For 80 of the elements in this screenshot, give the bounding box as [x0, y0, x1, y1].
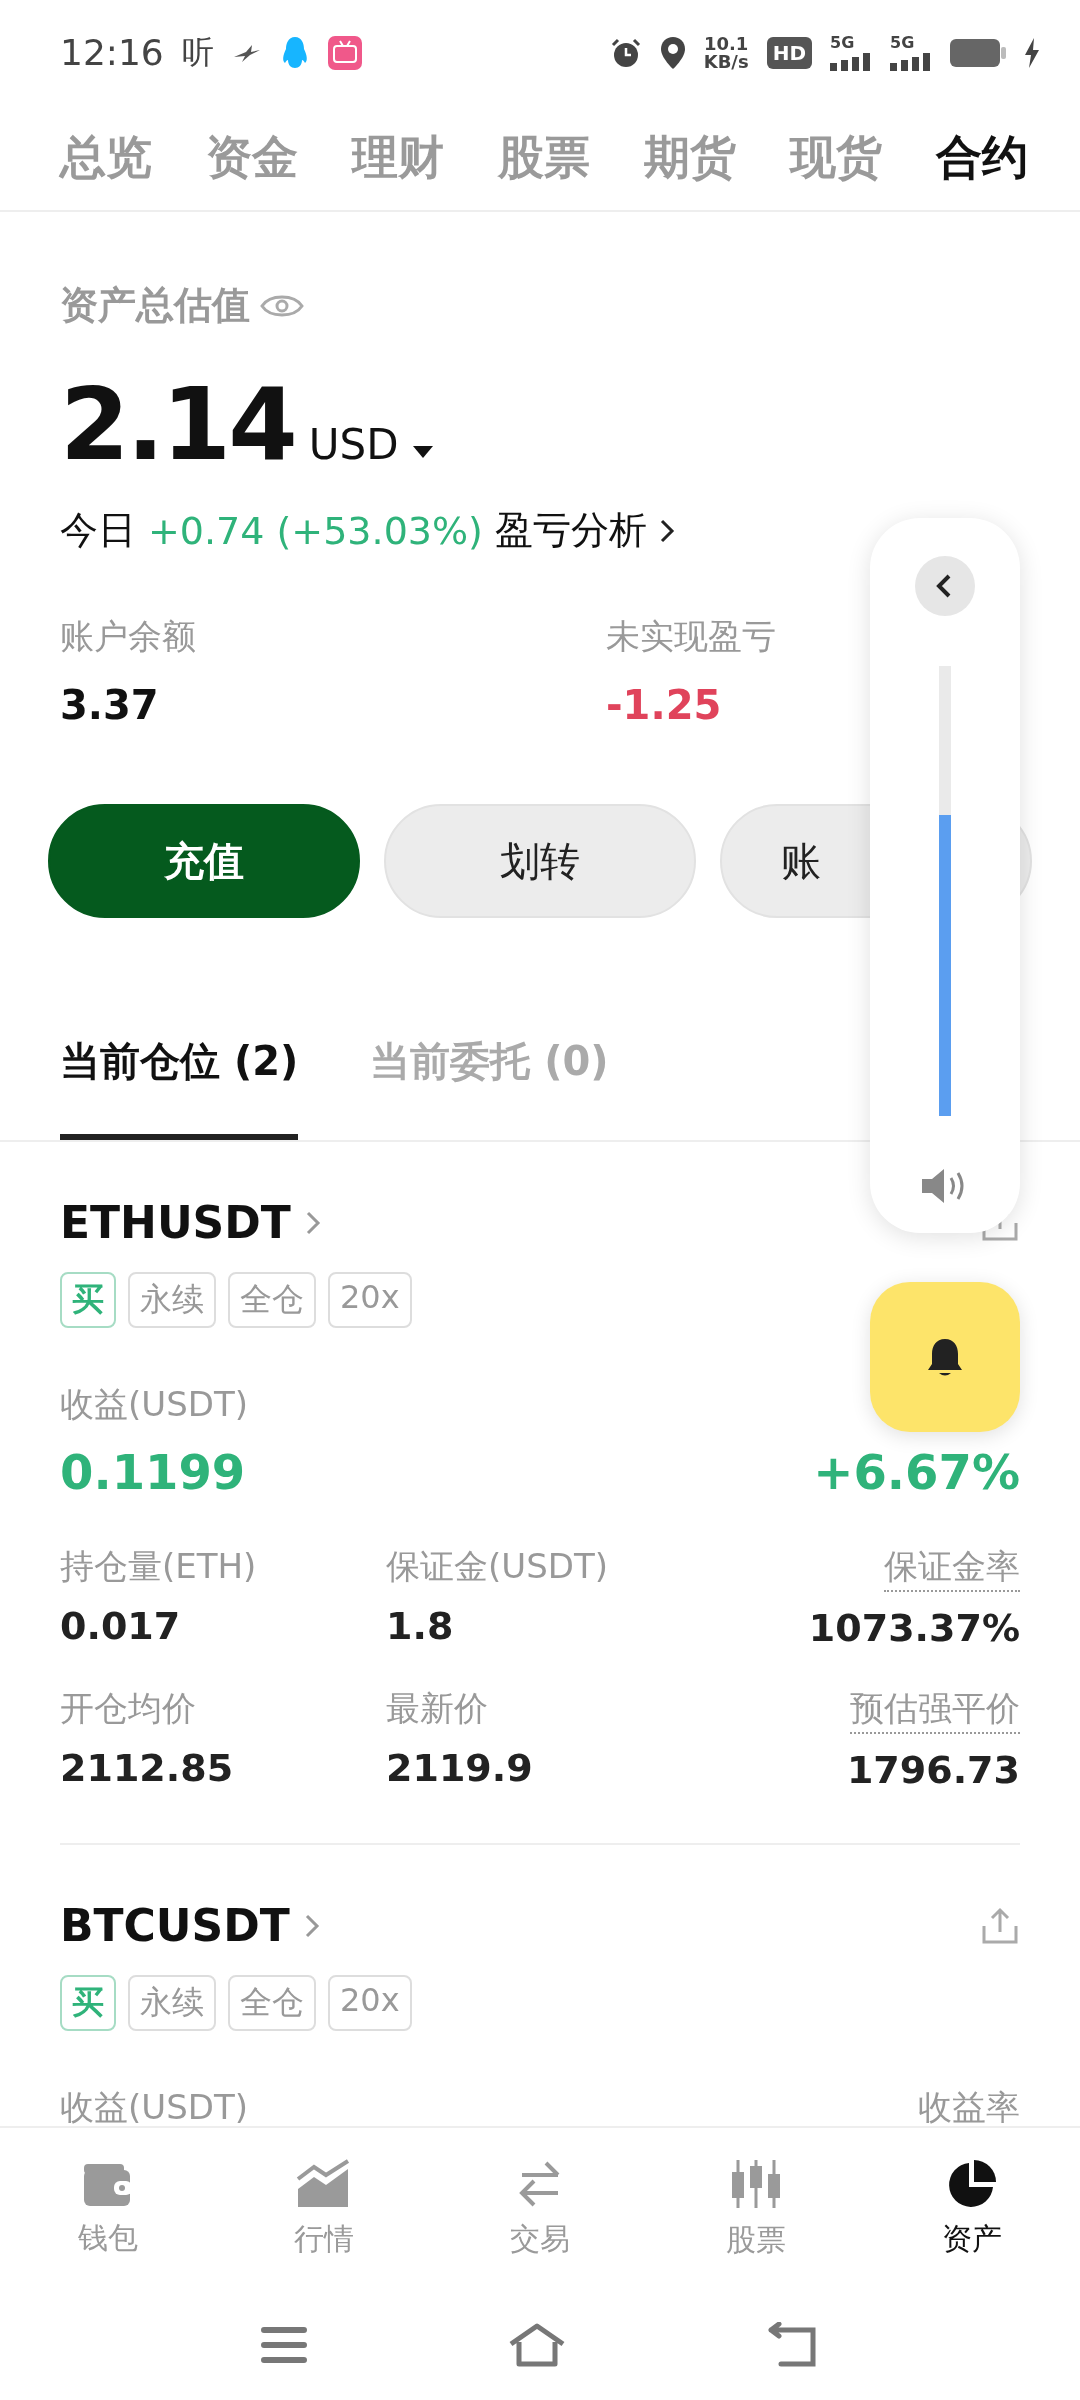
position-tag: 买 [60, 1975, 116, 2031]
stat-value: 3.37 [60, 682, 159, 728]
back-chevron-icon[interactable] [915, 556, 975, 616]
stat-label: 未实现盈亏 [606, 615, 776, 658]
network-type: 5G [830, 34, 855, 51]
field-value: 1796.73 [846, 1748, 1020, 1792]
pie-chart-icon [947, 2158, 997, 2209]
home-icon[interactable] [507, 2322, 567, 2368]
network-type: 5G [890, 34, 915, 51]
hd-badge: HD [766, 36, 812, 69]
field-label: 持仓量(ETH) [60, 1545, 257, 1588]
nav-tab[interactable]: 行情 [244, 2158, 404, 2260]
pnl-value: 0.1199 [60, 1444, 246, 1500]
category-tab[interactable]: 理财 [352, 126, 444, 189]
field-label: 开仓均价 [60, 1687, 196, 1730]
pnl-label: 收益(USDT) [60, 1383, 248, 1426]
share-icon[interactable] [980, 1905, 1020, 1946]
status-time: 12:16 [60, 32, 164, 73]
nav-tab[interactable]: 交易 [460, 2158, 620, 2260]
stat-label: 账户余额 [60, 615, 196, 658]
alarm-icon [609, 36, 642, 69]
today-change: +0.74 (+53.03%) [148, 508, 483, 553]
field-value: 2119.9 [386, 1746, 533, 1790]
nav-tab[interactable]: 股票 [676, 2157, 836, 2261]
pnl-analysis-link[interactable]: 盈亏分析 [494, 505, 647, 556]
position-tag: 全仓 [228, 1975, 316, 2031]
field-label: 保证金(USDT) [386, 1545, 608, 1588]
total-assets-label: 资产总估值 [60, 282, 250, 329]
nav-tab[interactable]: 资产 [892, 2158, 1052, 2260]
position-tag: 全仓 [228, 1272, 316, 1328]
position-tag: 永续 [128, 1272, 216, 1328]
battery-icon [950, 38, 1006, 67]
field-value: 2112.85 [60, 1746, 234, 1790]
position-tag: 20x [328, 1272, 412, 1328]
field-label: 最新价 [386, 1687, 488, 1730]
pnl-rate-label: 收益率 [918, 2086, 1020, 2126]
category-tab[interactable]: 股票 [498, 126, 590, 189]
pnl-rate-value: +6.67% [813, 1444, 1020, 1500]
position-tag: 买 [60, 1272, 116, 1328]
contract-symbol[interactable]: ETHUSDT [60, 1197, 291, 1248]
menu-icon[interactable] [261, 2326, 307, 2364]
pnl-label: 收益(USDT) [60, 2086, 248, 2126]
today-label: 今日 [60, 507, 136, 554]
location-icon [659, 35, 686, 70]
total-amount: 2.14 [60, 375, 295, 475]
action-button[interactable]: 充值 [48, 804, 360, 918]
category-tab[interactable]: 总览 [60, 126, 152, 189]
position-tag: 永续 [128, 1975, 216, 2031]
speed-unit: KB/s [703, 52, 749, 71]
field-label: 预估强平价 [850, 1686, 1020, 1734]
back-icon[interactable] [767, 2322, 819, 2368]
charging-icon [1024, 37, 1040, 68]
currency-selector[interactable]: USD [308, 420, 399, 469]
category-tab[interactable]: 合约 [936, 126, 1028, 189]
dropdown-icon[interactable] [412, 445, 435, 459]
candlestick-icon [731, 2157, 781, 2210]
bell-icon [925, 1336, 965, 1378]
notification-button[interactable] [870, 1282, 1020, 1432]
stat-value: -1.25 [606, 682, 722, 728]
nav-tab[interactable]: 钱包 [28, 2159, 188, 2259]
category-tab[interactable]: 现货 [790, 126, 882, 189]
field-label: 保证金率 [884, 1544, 1020, 1592]
category-tab[interactable]: 期货 [644, 126, 736, 189]
status-app-text: 听 [181, 31, 214, 73]
signal-icon [830, 52, 872, 71]
position-tab[interactable]: 当前仓位 (2) [60, 1024, 299, 1140]
category-tab[interactable]: 资金 [206, 126, 298, 189]
field-value: 0.017 [60, 1604, 181, 1648]
signal-icon [890, 52, 932, 71]
action-button[interactable]: 划转 [384, 804, 696, 918]
position-tag: 20x [328, 1975, 412, 2031]
field-value: 1073.37% [808, 1606, 1020, 1650]
tv-app-icon [327, 35, 362, 70]
network-speed: 10.1 [703, 34, 749, 53]
volume-slider[interactable] [939, 666, 951, 1116]
contract-symbol[interactable]: BTCUSDT [60, 1900, 290, 1951]
area-chart-icon [296, 2158, 352, 2209]
field-value: 1.8 [386, 1604, 454, 1648]
position-tab[interactable]: 当前委托 (0) [370, 1024, 609, 1140]
chevron-right-icon[interactable] [658, 517, 675, 544]
